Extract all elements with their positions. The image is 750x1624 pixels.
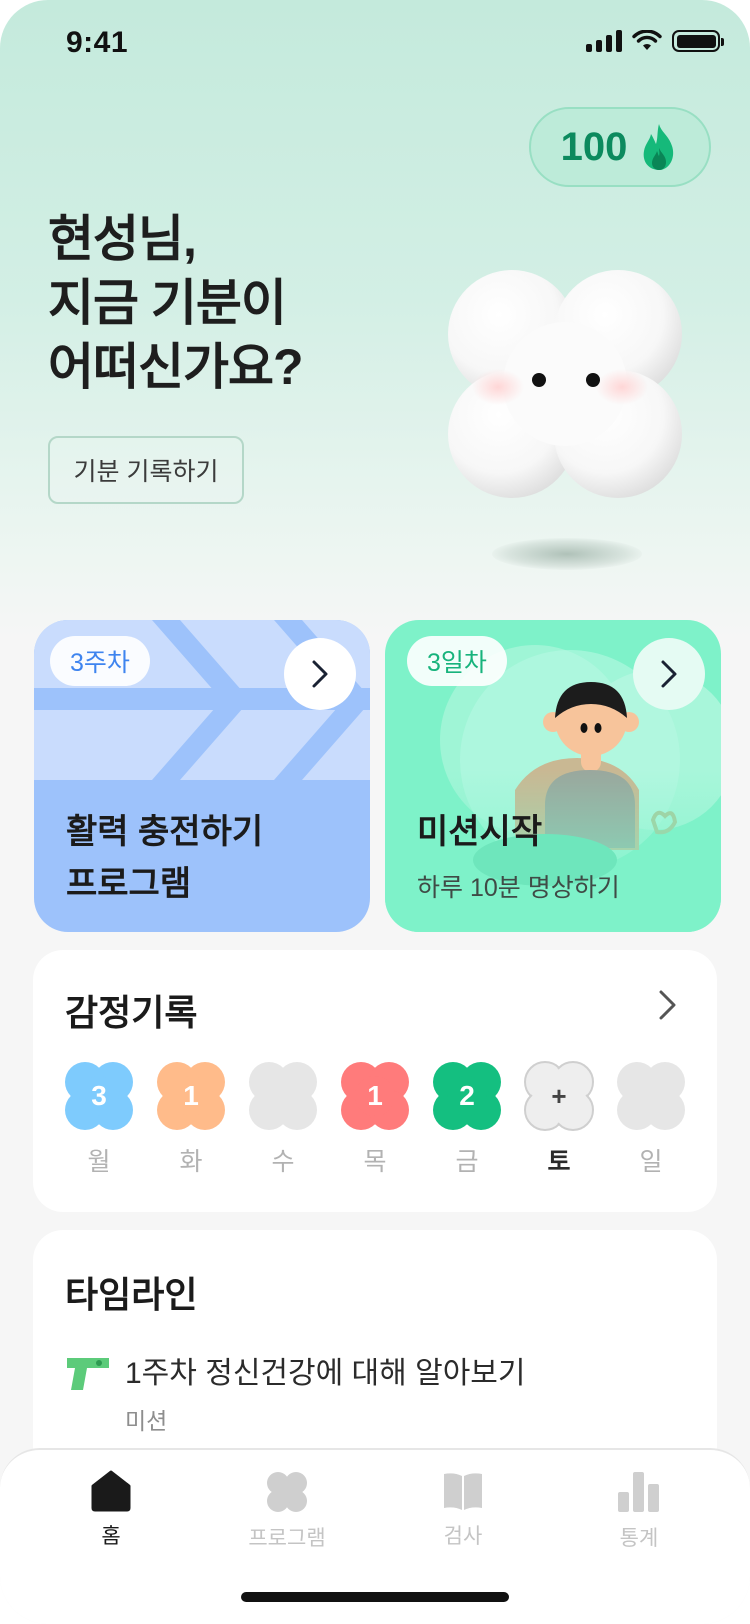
battery-icon <box>672 30 724 52</box>
program-title-line-2: 프로그램 <box>66 865 192 903</box>
emotion-blob-icon <box>615 1060 687 1132</box>
mission-subtitle: 하루 10분 명상하기 <box>417 874 620 902</box>
greeting-line-3: 어떠신가요? <box>48 339 304 395</box>
tab-test[interactable]: 검사 <box>403 1470 523 1550</box>
flower-icon <box>267 1472 307 1512</box>
book-icon <box>444 1473 482 1510</box>
tab-test-label: 검사 <box>443 1525 483 1548</box>
weekday-emotion-row: 3 월 1 화 수 1 목 2 금 + 토 일 <box>63 1060 687 1178</box>
bar-chart-icon <box>618 1472 659 1512</box>
program-card[interactable]: 3주차 활력 충전하기 프로그램 <box>34 620 370 932</box>
tab-program[interactable]: 프로그램 <box>227 1470 347 1552</box>
emotion-count <box>615 1060 687 1132</box>
timeline-title: 타임라인 <box>65 1274 198 1315</box>
emotion-blob-icon: 1 <box>155 1060 227 1132</box>
weekday-emotion-item[interactable]: 1목 <box>339 1060 411 1178</box>
emotion-blob-icon: 2 <box>431 1060 503 1132</box>
mission-arrow-button[interactable] <box>633 638 705 710</box>
streak-count: 100 <box>560 124 628 169</box>
weekday-emotion-item[interactable]: 3월 <box>63 1060 135 1178</box>
weekday-label: 수 <box>271 1148 295 1176</box>
weekday-emotion-item[interactable]: 2금 <box>431 1060 503 1178</box>
weekday-label: 금 <box>455 1148 479 1176</box>
streak-badge[interactable]: 100 <box>529 107 711 187</box>
cloud-mascot-illustration <box>448 270 682 498</box>
timeline-item-title: 1주차 정신건강에 대해 알아보기 <box>125 1357 526 1390</box>
mission-title: 미션시작 <box>417 813 543 851</box>
record-mood-button[interactable]: 기분 기록하기 <box>48 436 244 504</box>
weekday-label: 토 <box>547 1148 571 1176</box>
program-title-line-1: 활력 충전하기 <box>66 813 264 851</box>
flame-icon <box>644 124 674 170</box>
tab-home[interactable]: 홈 <box>51 1470 171 1550</box>
greeting-line-2: 지금 기분이 <box>48 275 287 331</box>
emotion-count: 1 <box>367 1080 383 1111</box>
greeting-line-1: 현성님, <box>48 211 197 267</box>
emotion-count: 3 <box>91 1080 107 1111</box>
emotion-blob-icon <box>247 1060 319 1132</box>
program-arrow-button[interactable] <box>284 638 356 710</box>
home-icon <box>91 1470 131 1512</box>
weekday-label: 일 <box>639 1148 663 1176</box>
weekday-label: 목 <box>363 1148 387 1176</box>
emotion-count: 2 <box>459 1080 475 1111</box>
weekday-emotion-item[interactable]: 일 <box>615 1060 687 1178</box>
tab-program-label: 프로그램 <box>248 1527 326 1550</box>
emotion-count <box>247 1060 319 1132</box>
signal-icon <box>586 30 622 52</box>
emotion-record-title: 감정기록 <box>65 992 198 1033</box>
program-week-badge: 3주차 <box>50 636 150 686</box>
weekday-emotion-item[interactable]: + 토 <box>523 1060 595 1178</box>
weekday-emotion-item[interactable]: 1화 <box>155 1060 227 1178</box>
wifi-icon <box>632 30 662 50</box>
tab-stats[interactable]: 통계 <box>579 1470 699 1552</box>
timeline-item-subtitle: 미션 <box>125 1408 168 1434</box>
emotion-count: 1 <box>183 1080 199 1111</box>
home-indicator <box>241 1592 509 1602</box>
home-screen: 9:41 100 현성님, 지금 기분이 어떠신가요? 기분 기록하기 3주차 … <box>0 0 750 1624</box>
tab-home-label: 홈 <box>101 1525 121 1548</box>
emotion-count: + <box>551 1080 567 1111</box>
emotion-blob-icon: + <box>523 1060 595 1132</box>
weekday-emotion-item[interactable]: 수 <box>247 1060 319 1178</box>
chevron-right-icon[interactable] <box>657 988 679 1022</box>
chevron-right-icon <box>312 660 328 688</box>
status-time: 9:41 <box>66 26 129 59</box>
mission-day-badge: 3일차 <box>407 636 507 686</box>
mascot-shadow <box>492 538 642 570</box>
greeting-heading: 현성님, 지금 기분이 어떠신가요? <box>48 207 304 399</box>
weekday-label: 화 <box>179 1148 203 1176</box>
emotion-record-panel: 감정기록 3 월 1 화 수 1 목 2 금 + 토 일 <box>33 950 717 1212</box>
mission-card[interactable]: 3일차 미션시작 하루 10분 명상하기 <box>385 620 721 932</box>
pistol-icon <box>67 1358 109 1390</box>
emotion-blob-icon: 1 <box>339 1060 411 1132</box>
tab-stats-label: 통계 <box>619 1527 659 1550</box>
status-icons <box>586 30 724 52</box>
chevron-right-icon <box>661 660 677 688</box>
emotion-blob-icon: 3 <box>63 1060 135 1132</box>
weekday-label: 월 <box>87 1148 111 1176</box>
